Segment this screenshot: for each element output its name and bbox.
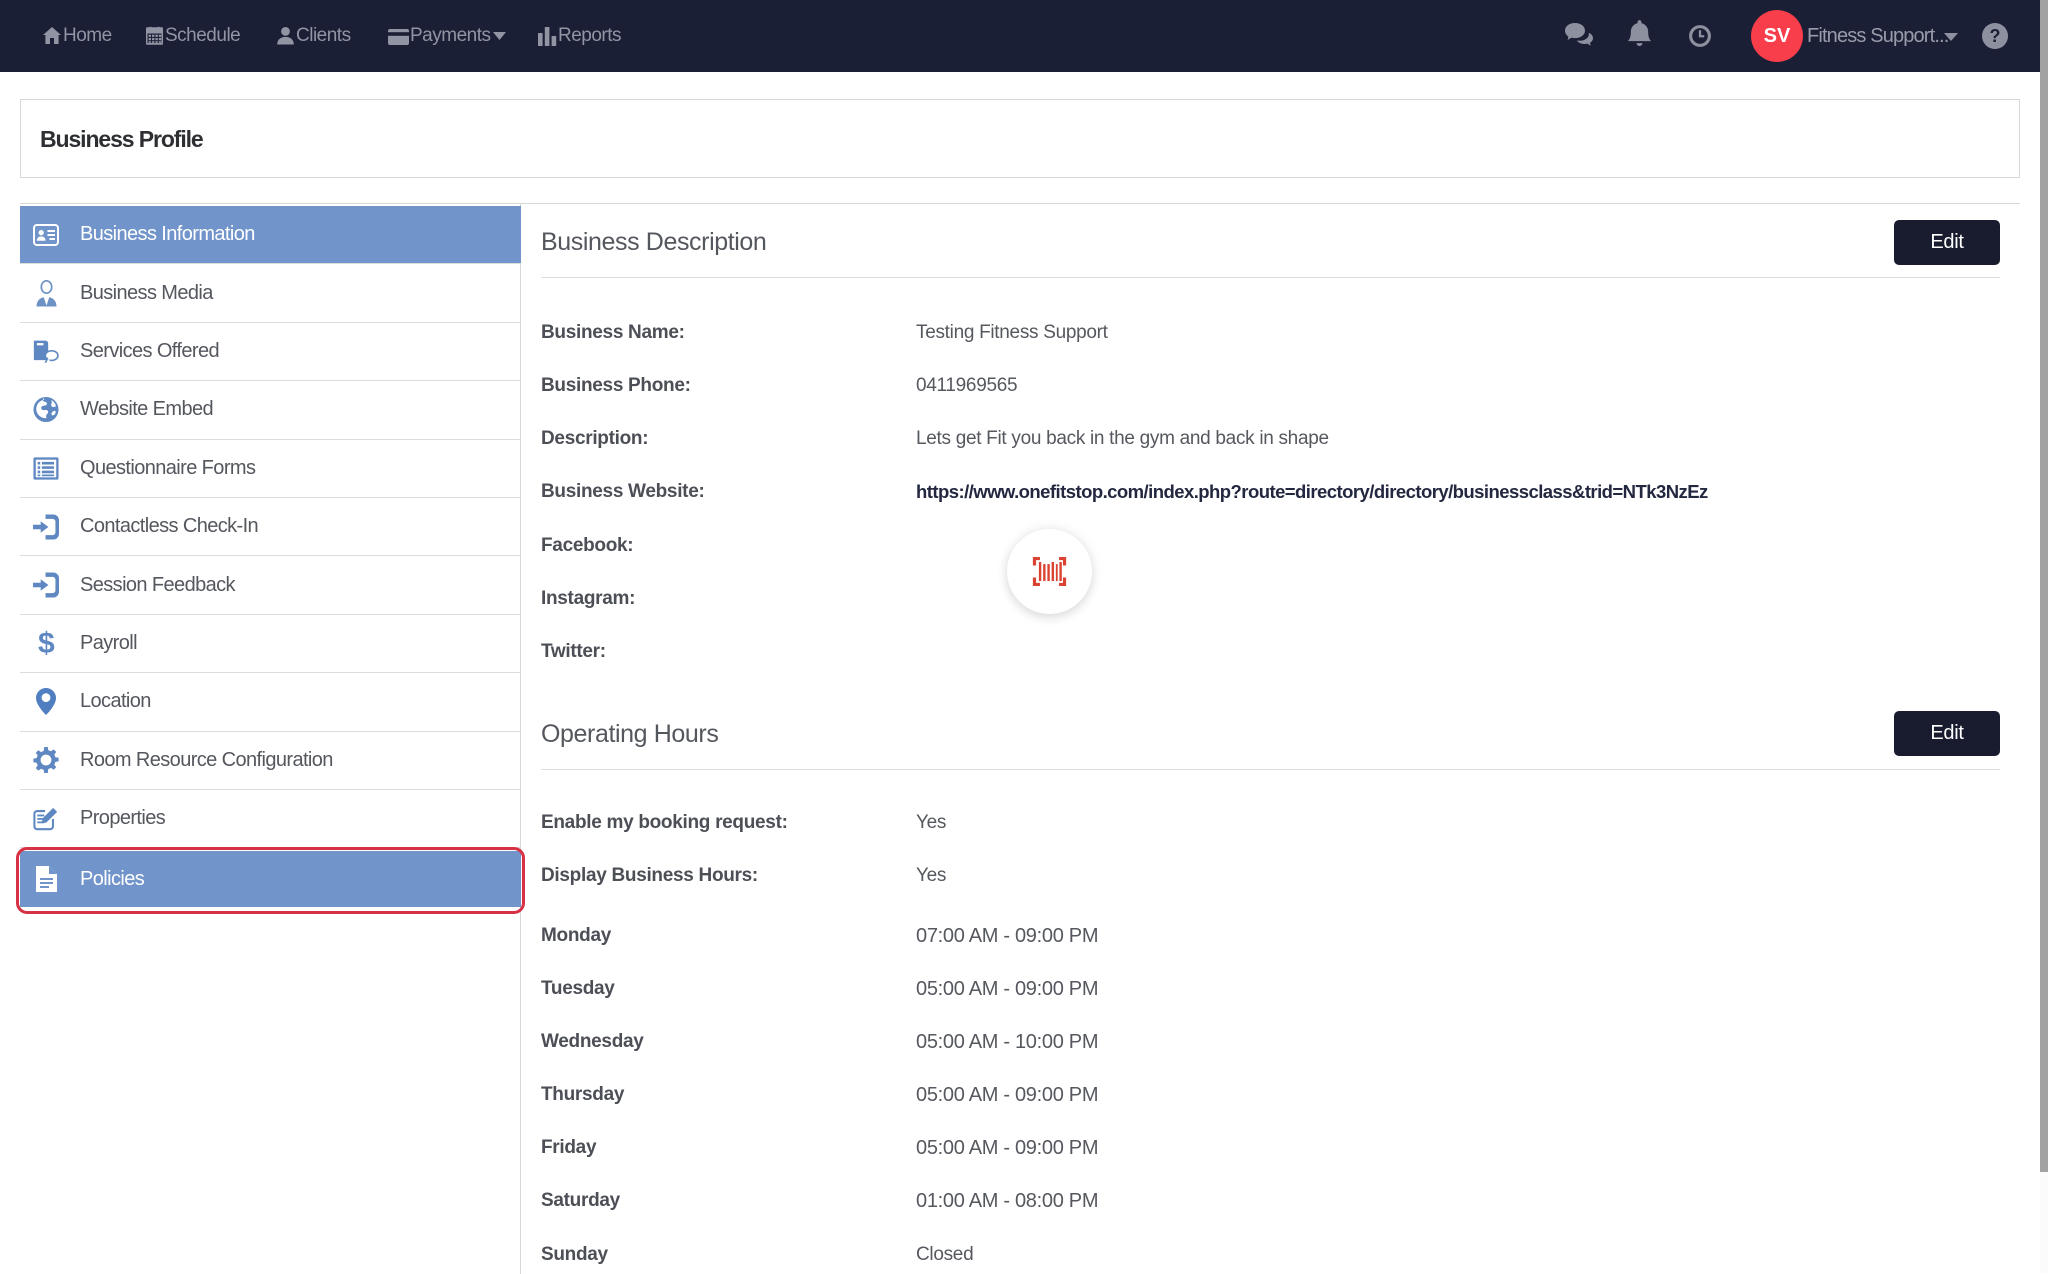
svg-text:?: ? <box>1990 26 2001 46</box>
